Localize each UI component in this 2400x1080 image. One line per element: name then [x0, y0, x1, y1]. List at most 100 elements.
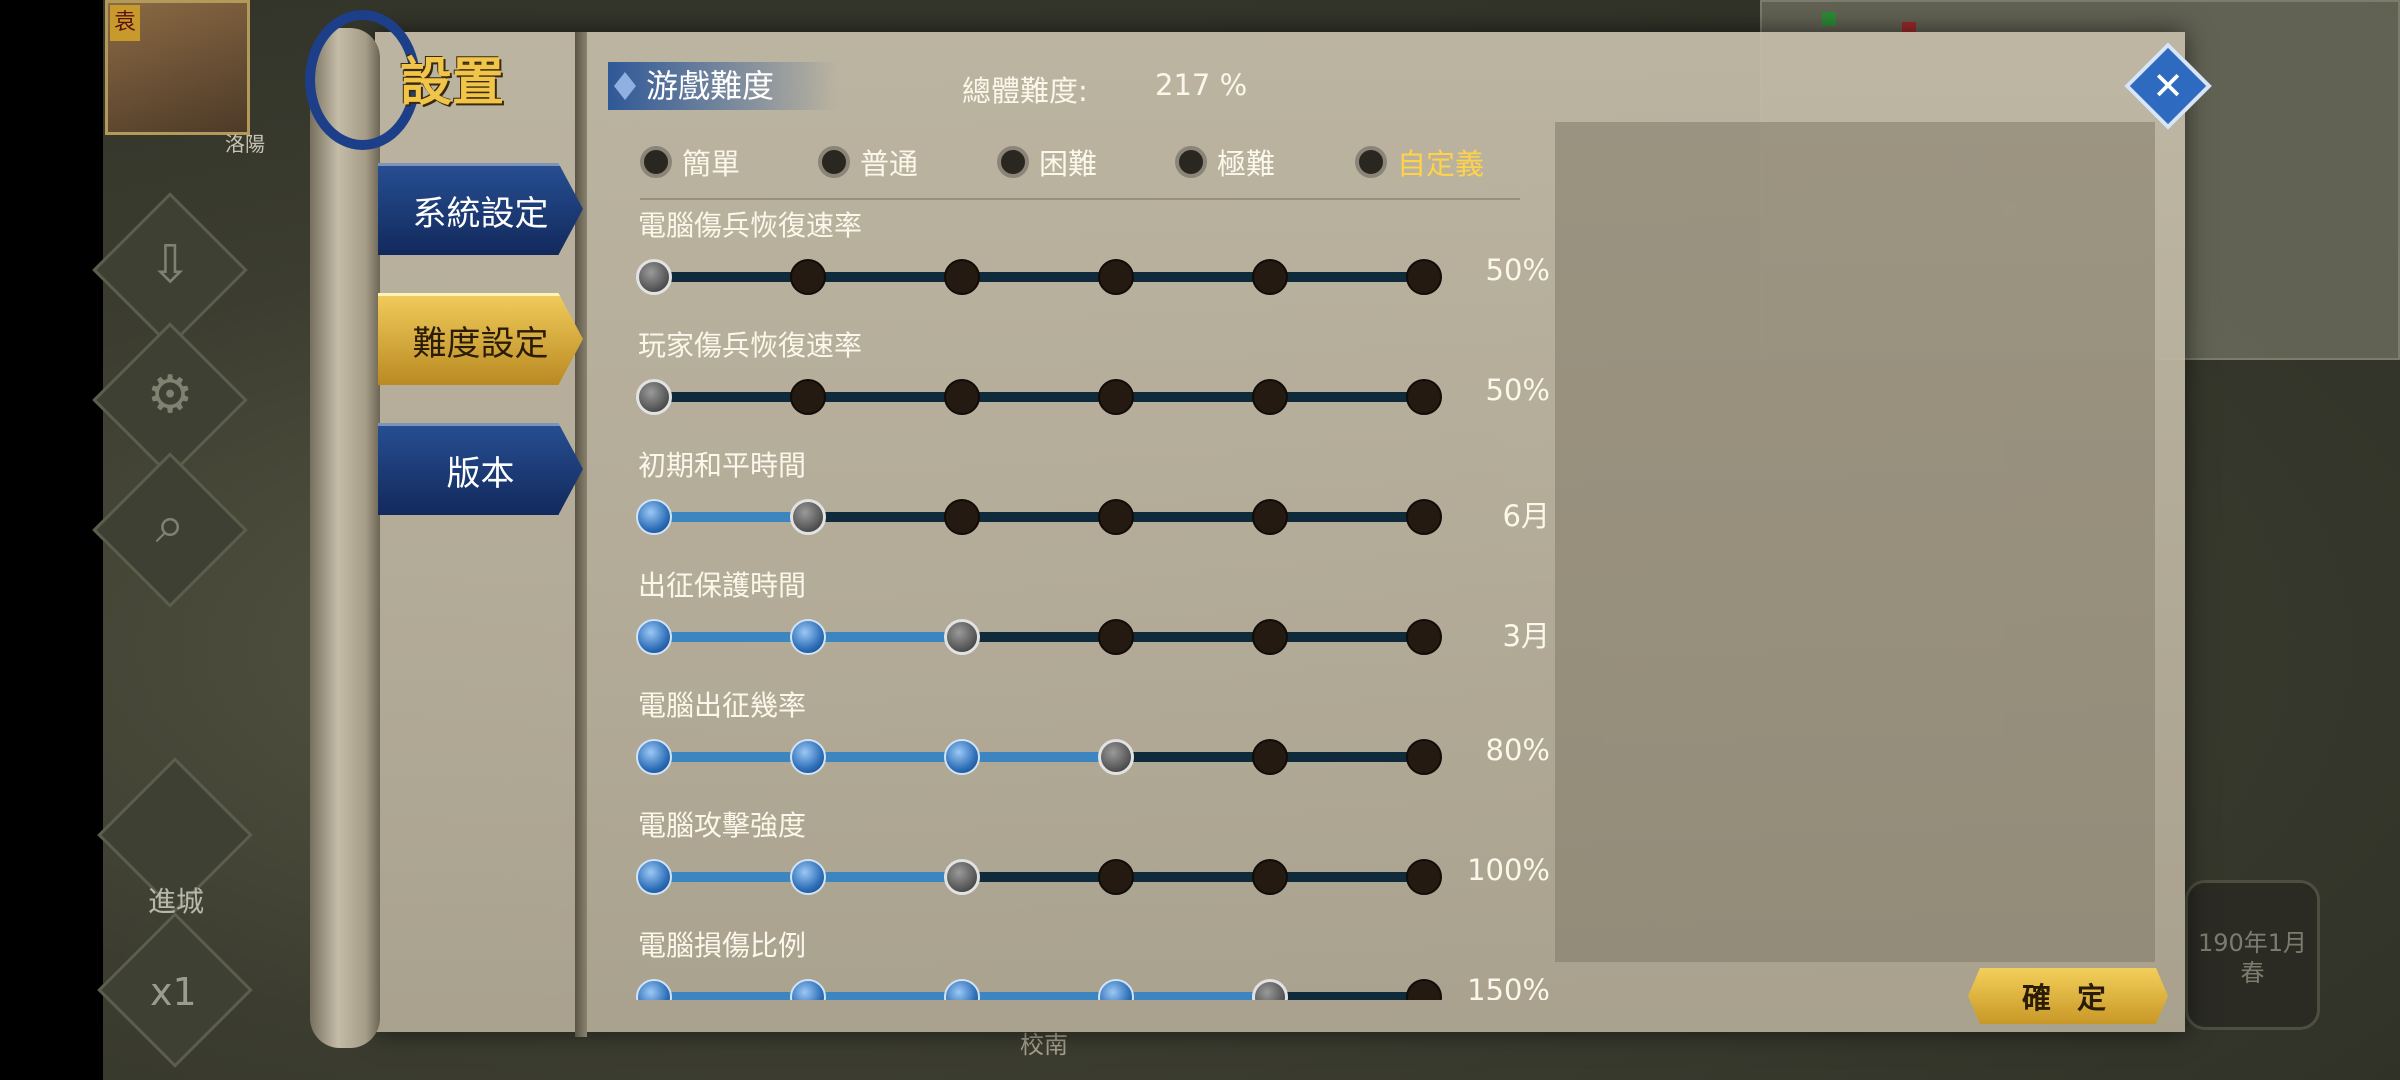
speed-label: x1	[150, 970, 197, 1014]
radio-icon[interactable]	[1355, 146, 1387, 178]
slider-handle[interactable]	[1098, 739, 1134, 775]
radio-icon[interactable]	[818, 146, 850, 178]
slider-step[interactable]	[1406, 499, 1442, 535]
setting-row: 電腦出征幾率 80%	[590, 680, 1550, 800]
slider-handle[interactable]	[636, 379, 672, 415]
total-difficulty-value: 217 %	[1155, 68, 1248, 102]
setting-row: 電腦傷兵恢復速率 50%	[590, 200, 1550, 320]
minimap-marker	[1822, 12, 1836, 26]
slider-step[interactable]	[944, 979, 980, 1000]
slider-step[interactable]	[636, 979, 672, 1000]
setting-title: 電腦攻擊強度	[638, 809, 807, 842]
slider-step[interactable]	[636, 739, 672, 775]
slider-step[interactable]	[1406, 859, 1442, 895]
slider-step[interactable]	[1406, 259, 1442, 295]
slider-step[interactable]	[790, 379, 826, 415]
slider-step[interactable]	[790, 739, 826, 775]
slider-handle[interactable]	[636, 259, 672, 295]
slider-handle[interactable]	[790, 499, 826, 535]
setting-value: 6月	[1502, 499, 1550, 533]
scroll-paper-edge	[310, 28, 380, 1048]
slider-step[interactable]	[1098, 499, 1134, 535]
radio-icon[interactable]	[997, 146, 1029, 178]
slider-handle[interactable]	[944, 619, 980, 655]
slider-step[interactable]	[1406, 619, 1442, 655]
setting-title: 出征保護時間	[638, 569, 807, 602]
tab-label: 版本	[446, 454, 515, 494]
setting-title: 初期和平時間	[638, 449, 807, 482]
slider-step[interactable]	[1406, 379, 1442, 415]
setting-value: 80%	[1485, 733, 1550, 767]
slider-step[interactable]	[1098, 619, 1134, 655]
slider-step[interactable]	[944, 499, 980, 535]
panel-divider	[575, 32, 587, 1037]
tab-system-settings[interactable]: 系統設定	[378, 163, 583, 255]
setting-value: 3月	[1502, 619, 1550, 653]
slider-step[interactable]	[944, 739, 980, 775]
confirm-button[interactable]: 確 定	[1968, 968, 2168, 1024]
date-badge[interactable]: 190年1月 春	[2185, 880, 2320, 1030]
slider-handle[interactable]	[1252, 979, 1288, 1000]
tab-version[interactable]: 版本	[378, 423, 583, 515]
slider-track[interactable]	[654, 392, 1430, 402]
slider-step[interactable]	[790, 259, 826, 295]
preview-panel	[1555, 122, 2155, 962]
setting-title: 電腦傷兵恢復速率	[638, 209, 863, 242]
slider-step[interactable]	[1252, 379, 1288, 415]
setting-row: 玩家傷兵恢復速率 50%	[590, 320, 1550, 440]
slider-step[interactable]	[1252, 619, 1288, 655]
slider-step[interactable]	[1098, 259, 1134, 295]
slider-step[interactable]	[636, 619, 672, 655]
slider-step[interactable]	[1252, 859, 1288, 895]
slider-track[interactable]	[654, 272, 1430, 282]
slider-step[interactable]	[636, 859, 672, 895]
preset-easy[interactable]: 簡單	[640, 142, 740, 182]
section-header: 游戲難度	[608, 62, 838, 110]
slider-step[interactable]	[790, 859, 826, 895]
slider-step[interactable]	[944, 379, 980, 415]
diamond-icon	[614, 72, 636, 100]
slider-step[interactable]	[944, 259, 980, 295]
setting-title: 玩家傷兵恢復速率	[638, 329, 863, 362]
preset-custom[interactable]: 自定義	[1355, 142, 1484, 182]
settings-list[interactable]: 電腦傷兵恢復速率 50% 玩家傷兵恢復速率 50% 初期和平時間 6月 出征保護時間 3月 電腦…	[590, 200, 1550, 1000]
setting-value: 50%	[1485, 373, 1550, 407]
exit-icon: ⇩	[148, 235, 192, 295]
slider-step[interactable]	[1098, 379, 1134, 415]
faction-flag-badge: 袁	[110, 5, 140, 41]
slider-step[interactable]	[636, 499, 672, 535]
slider-fill	[654, 752, 1116, 762]
slider-step[interactable]	[1098, 979, 1134, 1000]
slider-step[interactable]	[790, 619, 826, 655]
dialog-title: 設置	[400, 53, 505, 113]
slider-step[interactable]	[1252, 739, 1288, 775]
radio-icon[interactable]	[1175, 146, 1207, 178]
preset-hard[interactable]: 困難	[997, 142, 1097, 182]
close-icon: ✕	[2152, 64, 2184, 108]
slider-fill	[654, 512, 808, 522]
slider-step[interactable]	[1098, 859, 1134, 895]
slider-step[interactable]	[1406, 979, 1442, 1000]
setting-row: 出征保護時間 3月	[590, 560, 1550, 680]
tab-label: 難度設定	[412, 324, 549, 364]
slider-step[interactable]	[790, 979, 826, 1000]
setting-title: 電腦出征幾率	[638, 689, 807, 722]
location-label: 洛陽	[225, 132, 265, 156]
search-icon: ⌕	[155, 495, 185, 555]
setting-value: 100%	[1467, 853, 1550, 887]
slider-step[interactable]	[1252, 499, 1288, 535]
preset-very-hard[interactable]: 極難	[1175, 142, 1275, 182]
setting-title: 電腦損傷比例	[638, 929, 807, 962]
preset-normal[interactable]: 普通	[818, 142, 918, 182]
tab-label: 系統設定	[412, 194, 549, 234]
tab-difficulty-settings[interactable]: 難度設定	[378, 293, 583, 385]
setting-row: 電腦損傷比例 150%	[590, 920, 1550, 1000]
radio-icon[interactable]	[640, 146, 672, 178]
slider-handle[interactable]	[944, 859, 980, 895]
slider-step[interactable]	[1252, 259, 1288, 295]
setting-value: 150%	[1467, 973, 1550, 1000]
total-difficulty-label: 總體難度:	[962, 74, 1088, 108]
slider-step[interactable]	[1406, 739, 1442, 775]
gear-icon: ⚙	[146, 365, 194, 425]
commander-portrait[interactable]: 袁	[105, 0, 250, 135]
